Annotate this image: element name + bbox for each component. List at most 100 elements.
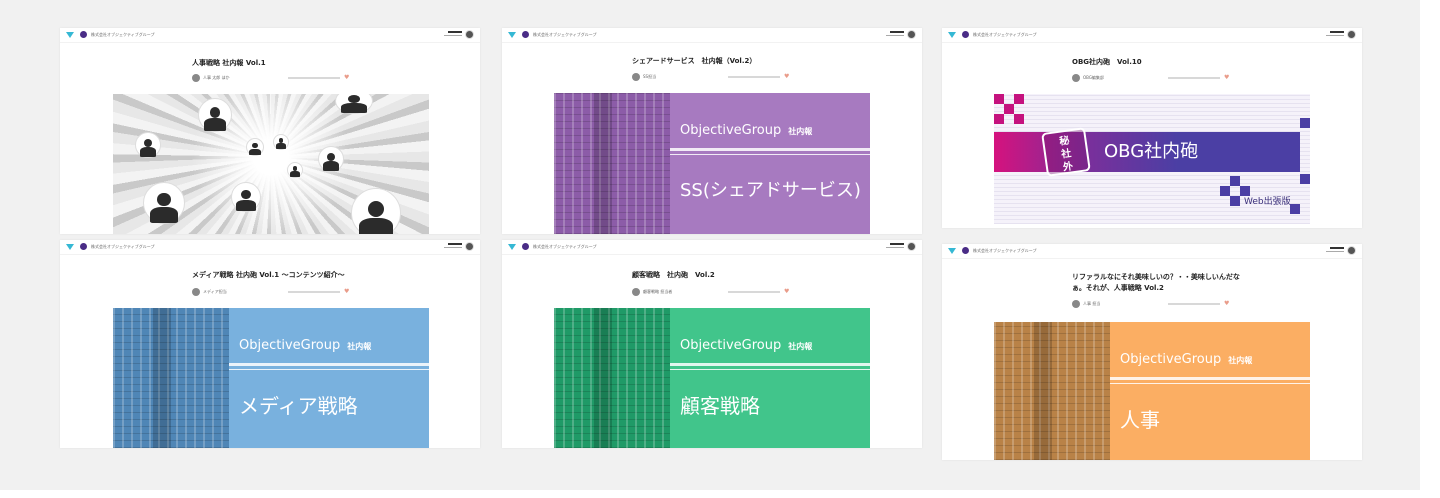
card-header-bar: 株式会社オブジェクティブグループ: [502, 240, 922, 255]
article-stats: [288, 291, 340, 293]
building-photo: [554, 308, 670, 448]
article-card-hr-strategy[interactable]: 株式会社オブジェクティブグループ 人事戦略 社内報 Vol.1 人事 太郎 ほか…: [60, 28, 480, 234]
author-name: SS担当: [643, 74, 657, 79]
article-title[interactable]: 人事戦略 社内報 Vol.1: [192, 58, 266, 68]
user-avatar-icon[interactable]: [907, 242, 916, 251]
banner-label: メディア戦略: [239, 394, 358, 418]
org-avatar-icon: [80, 31, 87, 38]
author-avatar-icon: [632, 288, 640, 296]
user-avatar-icon[interactable]: [465, 30, 474, 39]
card-header-bar: 株式会社オブジェクティブグループ: [60, 28, 480, 43]
author-name: メディア担当: [203, 289, 227, 294]
card-header-bar: 株式会社オブジェクティブグループ: [942, 28, 1362, 43]
banner-sublabel: Web出張版: [1244, 197, 1291, 207]
person-icon: [246, 138, 264, 156]
header-account[interactable]: [880, 241, 916, 253]
org-avatar-icon: [522, 31, 529, 38]
card-header-bar: 株式会社オブジェクティブグループ: [942, 244, 1362, 259]
brand-logo-icon: [66, 32, 74, 38]
banner-panel: ObjectiveGroup 社内報 人事: [1110, 322, 1310, 460]
article-card-media-strategy[interactable]: 株式会社オブジェクティブグループ メディア戦略 社内砲 Vol.1 ～コンテンツ…: [60, 240, 480, 448]
article-card-obg-shanaiho[interactable]: 株式会社オブジェクティブグループ OBG社内砲 Vol.10 OBG編集部 ♥ …: [942, 28, 1362, 228]
person-icon: [287, 162, 303, 178]
people-network-illustration: [113, 94, 429, 234]
org-name: 株式会社オブジェクティブグループ: [91, 32, 155, 37]
brand-logo-icon: [948, 248, 956, 254]
brand-logo-icon: [508, 244, 516, 250]
author-name: OBG編集部: [1083, 75, 1104, 80]
like-heart-icon[interactable]: ♥: [784, 73, 789, 81]
article-title[interactable]: メディア戦略 社内砲 Vol.1 ～コンテンツ紹介～: [192, 270, 345, 280]
org-avatar-icon: [962, 31, 969, 38]
article-title[interactable]: OBG社内砲 Vol.10: [1072, 57, 1142, 67]
author-avatar-icon: [1072, 300, 1080, 308]
header-account[interactable]: [1320, 29, 1356, 41]
user-avatar-icon[interactable]: [907, 30, 916, 39]
person-icon: [135, 132, 161, 158]
article-banner: 秘社外 OBG社内砲 Web出張版: [994, 94, 1310, 224]
article-meta: 人事 担当 ♥: [1072, 300, 1262, 308]
brand-logo-icon: [66, 244, 74, 250]
article-meta: メディア担当 ♥: [192, 288, 382, 296]
article-card-shared-services[interactable]: 株式会社オブジェクティブグループ シェアードサービス 社内報（Vol.2） SS…: [502, 28, 922, 234]
article-card-referral-hr[interactable]: 株式会社オブジェクティブグループ リファラルなにそれ美味しいの？・・美味しいんだ…: [942, 244, 1362, 460]
person-icon: [231, 182, 261, 212]
banner-panel: ObjectiveGroup 社内報 メディア戦略: [229, 308, 429, 448]
article-title[interactable]: 顧客戦略 社内砲 Vol.2: [632, 270, 715, 280]
person-icon: [351, 188, 401, 234]
building-photo: [994, 322, 1110, 460]
user-avatar-icon[interactable]: [1347, 30, 1356, 39]
article-banner: ObjectiveGroup 社内報 顧客戦略: [554, 308, 870, 448]
person-icon: [198, 98, 232, 132]
person-icon: [273, 134, 289, 150]
like-heart-icon[interactable]: ♥: [784, 288, 789, 296]
org-avatar-icon: [80, 243, 87, 250]
brand-logo-icon: [948, 32, 956, 38]
header-account[interactable]: [438, 241, 474, 253]
article-title[interactable]: シェアードサービス 社内報（Vol.2）: [632, 56, 756, 66]
article-meta: SS担当 ♥: [632, 73, 822, 81]
article-card-customer-strategy[interactable]: 株式会社オブジェクティブグループ 顧客戦略 社内砲 Vol.2 顧客戦略 担当者…: [502, 240, 922, 448]
header-account[interactable]: [880, 29, 916, 41]
header-account[interactable]: [1320, 245, 1356, 257]
user-avatar-icon[interactable]: [1347, 246, 1356, 255]
author-avatar-icon: [192, 288, 200, 296]
header-account[interactable]: [438, 29, 474, 41]
banner-label: SS(シェアドサービス): [680, 180, 861, 201]
like-heart-icon[interactable]: ♥: [1224, 74, 1229, 82]
author-name: 人事 担当: [1083, 301, 1101, 306]
article-stats: [1168, 77, 1220, 79]
org-name: 株式会社オブジェクティブグループ: [973, 32, 1037, 37]
like-heart-icon[interactable]: ♥: [1224, 300, 1229, 308]
banner-panel: ObjectiveGroup 社内報 SS(シェアドサービス): [670, 93, 870, 234]
article-title[interactable]: リファラルなにそれ美味しいの？・・美味しいんだなぁ。それが、人事戦略 Vol.2: [1072, 272, 1252, 294]
like-heart-icon[interactable]: ♥: [344, 288, 349, 296]
author-avatar-icon: [632, 73, 640, 81]
article-banner: ObjectiveGroup 社内報 SS(シェアドサービス): [554, 93, 870, 234]
article-grid: 株式会社オブジェクティブグループ 人事戦略 社内報 Vol.1 人事 太郎 ほか…: [0, 0, 1420, 490]
person-icon: [318, 146, 344, 172]
author-avatar-icon: [1072, 74, 1080, 82]
article-stats: [288, 77, 340, 79]
person-icon: [143, 182, 185, 224]
author-name: 人事 太郎 ほか: [203, 75, 230, 80]
like-heart-icon[interactable]: ♥: [344, 74, 349, 82]
org-name: 株式会社オブジェクティブグループ: [91, 244, 155, 249]
brand-wordmark: ObjectiveGroup 社内報: [680, 123, 813, 138]
banner-label: 人事: [1120, 408, 1160, 432]
card-header-bar: 株式会社オブジェクティブグループ: [502, 28, 922, 43]
banner-label: 顧客戦略: [680, 394, 760, 418]
user-avatar-icon[interactable]: [465, 242, 474, 251]
org-name: 株式会社オブジェクティブグループ: [533, 32, 597, 37]
article-stats: [728, 76, 780, 78]
secret-stamp-icon: 秘社外: [1041, 127, 1091, 177]
building-photo: [113, 308, 229, 448]
article-stats: [1168, 303, 1220, 305]
org-avatar-icon: [962, 247, 969, 254]
article-meta: OBG編集部 ♥: [1072, 74, 1262, 82]
banner-label: OBG社内砲: [1104, 141, 1199, 162]
brand-logo-icon: [508, 32, 516, 38]
brand-wordmark: ObjectiveGroup 社内報: [239, 338, 372, 353]
org-name: 株式会社オブジェクティブグループ: [973, 248, 1037, 253]
article-banner: ObjectiveGroup 社内報 メディア戦略: [113, 308, 429, 448]
